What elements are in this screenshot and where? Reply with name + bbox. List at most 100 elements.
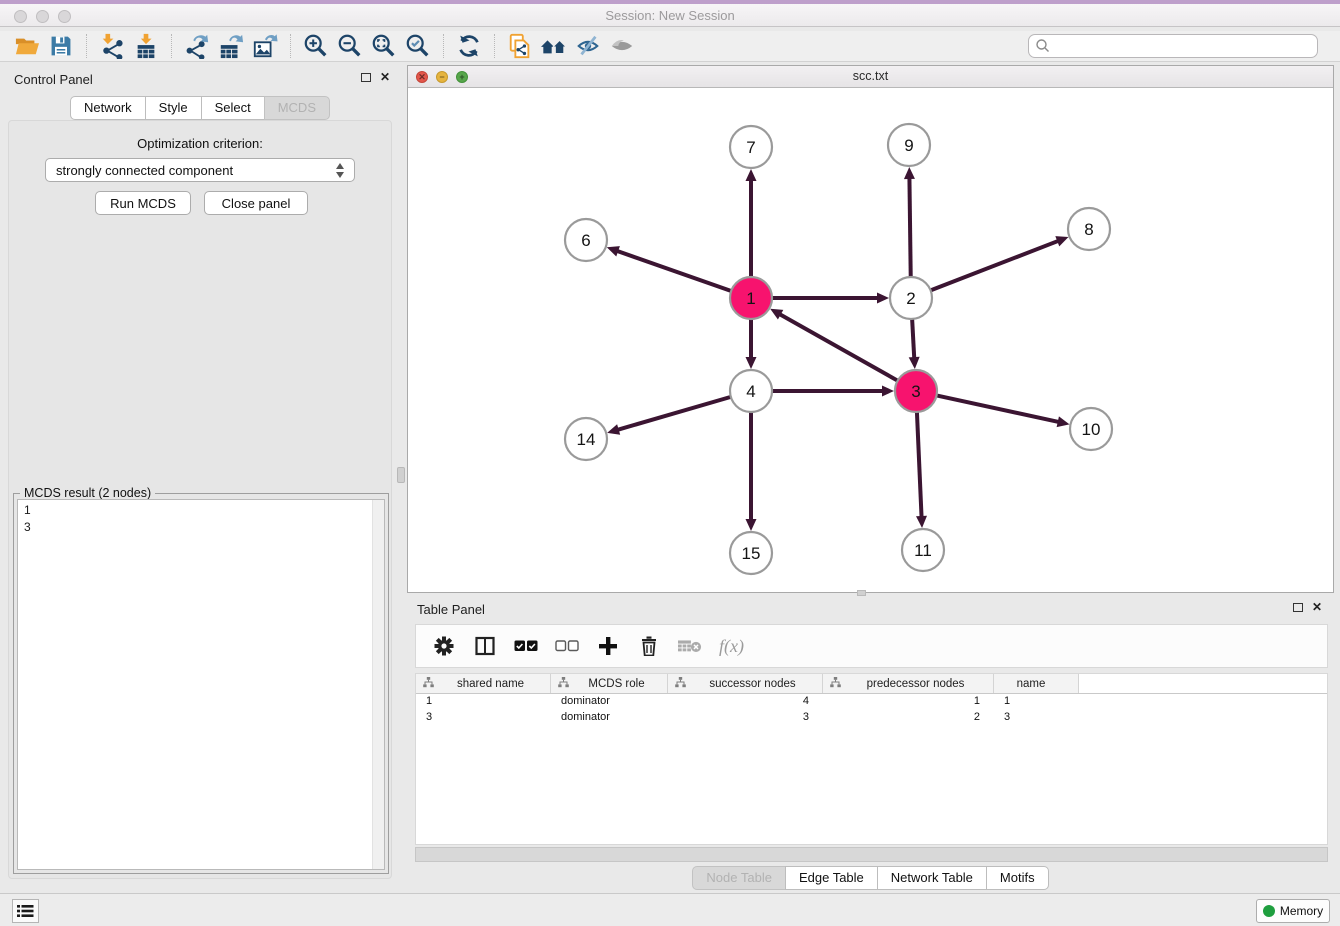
- open-file-icon[interactable]: [10, 32, 44, 60]
- tab-network[interactable]: Network: [70, 96, 146, 120]
- edge-arrowhead: [746, 357, 757, 369]
- graph-node-label: 3: [911, 382, 920, 401]
- toolbar-separator: [86, 34, 87, 58]
- cell-predecessor-nodes[interactable]: 2: [823, 710, 994, 726]
- float-panel-icon[interactable]: [361, 73, 371, 82]
- edge-1-6[interactable]: [616, 251, 731, 291]
- cell-MCDS-role[interactable]: dominator: [551, 710, 668, 726]
- search-box[interactable]: [1028, 34, 1318, 58]
- function-builder-icon[interactable]: f(x): [719, 634, 744, 658]
- float-table-panel-icon[interactable]: [1293, 603, 1303, 612]
- show-all-icon[interactable]: [605, 32, 639, 60]
- tab-mcds[interactable]: MCDS: [264, 96, 330, 120]
- add-icon[interactable]: [596, 634, 620, 658]
- delete-icon[interactable]: [637, 634, 661, 658]
- run-mcds-button[interactable]: Run MCDS: [95, 191, 191, 215]
- cell-predecessor-nodes[interactable]: 1: [823, 694, 994, 710]
- tab-style[interactable]: Style: [145, 96, 202, 120]
- graph-node-label: 15: [742, 544, 761, 563]
- edge-arrowhead: [877, 293, 889, 304]
- toolbar-separator: [494, 34, 495, 58]
- tab-edge-table[interactable]: Edge Table: [785, 866, 878, 890]
- deselect-all-icon[interactable]: [555, 634, 579, 658]
- duplicate-network-icon[interactable]: [503, 32, 537, 60]
- graph-node-label: 9: [904, 136, 913, 155]
- edge-arrowhead: [746, 519, 757, 531]
- result-scrollbar[interactable]: [372, 500, 384, 869]
- list-icon: [17, 904, 34, 918]
- tab-select[interactable]: Select: [201, 96, 265, 120]
- node-table[interactable]: shared nameMCDS rolesuccessor nodesprede…: [415, 673, 1328, 845]
- edge-4-14[interactable]: [617, 397, 731, 430]
- graph-node-label: 10: [1082, 420, 1101, 439]
- control-panel-tabs: NetworkStyleSelectMCDS: [0, 96, 400, 120]
- cell-successor-nodes[interactable]: 3: [668, 710, 823, 726]
- zoom-out-icon[interactable]: [333, 32, 367, 60]
- graph-node-label: 2: [906, 289, 915, 308]
- cell-successor-nodes[interactable]: 4: [668, 694, 823, 710]
- import-table-icon[interactable]: [129, 32, 163, 60]
- mcds-result-area: 13: [17, 499, 385, 870]
- edge-2-8[interactable]: [931, 241, 1060, 291]
- edge-arrowhead: [882, 386, 894, 397]
- column-header-name[interactable]: name: [994, 674, 1079, 693]
- edge-arrowhead: [1057, 416, 1070, 427]
- edge-3-10[interactable]: [937, 395, 1060, 422]
- close-panel-button[interactable]: Close panel: [204, 191, 308, 215]
- memory-button[interactable]: Memory: [1256, 899, 1330, 923]
- column-header-MCDS-role[interactable]: MCDS role: [551, 674, 668, 693]
- table-row[interactable]: 1dominator411: [416, 694, 1327, 710]
- cell-MCDS-role[interactable]: dominator: [551, 694, 668, 710]
- close-table-panel-icon[interactable]: ✕: [1312, 602, 1322, 612]
- graph-node-label: 7: [746, 138, 755, 157]
- optimization-select[interactable]: strongly connected component: [45, 158, 355, 182]
- import-network-icon[interactable]: [95, 32, 129, 60]
- save-session-icon[interactable]: [44, 32, 78, 60]
- gear-icon[interactable]: [432, 634, 456, 658]
- network-canvas[interactable]: 7968124314101511: [408, 88, 1333, 592]
- tab-network-table[interactable]: Network Table: [877, 866, 987, 890]
- network-window: ✕ − + scc.txt 7968124314101511: [407, 65, 1334, 593]
- edge-3-11[interactable]: [917, 412, 922, 518]
- edge-2-9[interactable]: [909, 177, 910, 277]
- delete-table-icon[interactable]: [678, 634, 702, 658]
- export-network-icon[interactable]: [180, 32, 214, 60]
- export-image-icon[interactable]: [248, 32, 282, 60]
- network-graph[interactable]: 7968124314101511: [408, 88, 1333, 593]
- export-table-icon[interactable]: [214, 32, 248, 60]
- column-header-shared-name[interactable]: shared name: [416, 674, 551, 693]
- search-input[interactable]: [1051, 37, 1317, 55]
- cell-shared-name[interactable]: 3: [416, 710, 551, 726]
- table-row[interactable]: 3dominator323: [416, 710, 1327, 726]
- tab-node-table[interactable]: Node Table: [692, 866, 786, 890]
- table-hscrollbar[interactable]: [415, 847, 1328, 862]
- zoom-in-icon[interactable]: [299, 32, 333, 60]
- task-history-button[interactable]: [12, 899, 39, 923]
- status-bar: Memory: [0, 893, 1340, 926]
- vertical-splitter-handle[interactable]: [397, 467, 405, 483]
- mcds-result-lines: 13: [18, 502, 370, 536]
- select-all-icon[interactable]: [514, 634, 538, 658]
- network-window-titlebar[interactable]: ✕ − + scc.txt: [408, 66, 1333, 88]
- zoom-selected-icon[interactable]: [401, 32, 435, 60]
- tab-motifs[interactable]: Motifs: [986, 866, 1049, 890]
- main-area: Control Panel ✕ NetworkStyleSelectMCDS O…: [0, 62, 1340, 893]
- hierarchy-icon: [830, 677, 841, 691]
- table-panel-title: Table Panel: [417, 602, 485, 617]
- cell-name[interactable]: 1: [994, 694, 1079, 710]
- cell-name[interactable]: 3: [994, 710, 1079, 726]
- column-mode-icon[interactable]: [473, 634, 497, 658]
- search-icon: [1035, 38, 1051, 54]
- mcds-result-title: MCDS result (2 nodes): [20, 486, 155, 500]
- edge-3-1[interactable]: [779, 314, 898, 381]
- close-panel-icon[interactable]: ✕: [380, 72, 390, 82]
- first-neighbors-icon[interactable]: [537, 32, 571, 60]
- column-header-successor-nodes[interactable]: successor nodes: [668, 674, 823, 693]
- column-header-predecessor-nodes[interactable]: predecessor nodes: [823, 674, 994, 693]
- refresh-layout-icon[interactable]: [452, 32, 486, 60]
- edge-2-3[interactable]: [912, 319, 914, 359]
- zoom-fit-icon[interactable]: [367, 32, 401, 60]
- hide-selected-icon[interactable]: [571, 32, 605, 60]
- cell-shared-name[interactable]: 1: [416, 694, 551, 710]
- graph-node-label: 1: [746, 289, 755, 308]
